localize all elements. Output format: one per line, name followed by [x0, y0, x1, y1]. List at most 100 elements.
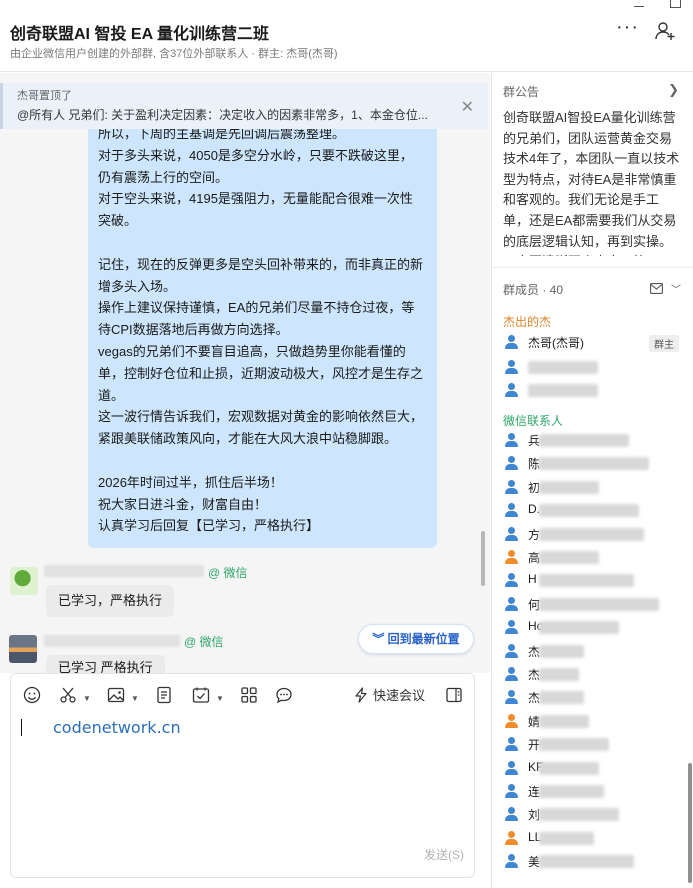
send-button[interactable]: 发送(S): [424, 846, 464, 863]
member-name-redacted: [539, 434, 629, 447]
person-icon: [505, 479, 518, 495]
close-icon[interactable]: ✕: [461, 97, 474, 117]
message-line: 对于空头来说，4195是强阻力，无量能配合很难一次性: [98, 191, 413, 207]
member-name-redacted: [539, 597, 659, 611]
member-item[interactable]: 婧: [503, 712, 683, 732]
group-info-panel: 群公告 ❯ 创奇联盟AI智投EA量化训练营的兄弟们，团队运营黄金交易技术4年了，…: [491, 73, 693, 888]
member-item-owner[interactable]: 杰哥(杰哥) 群主: [503, 333, 683, 353]
person-icon: [505, 550, 518, 565]
jump-to-latest-button[interactable]: ︾ 回到最新位置: [358, 624, 474, 654]
member-item[interactable]: D.: [503, 501, 683, 521]
member-item[interactable]: [503, 358, 683, 378]
emoji-icon[interactable]: [23, 686, 41, 704]
message-composer[interactable]: ▼ ▼ ▼ 快速会议 codenetwork.cn 发送(S): [10, 673, 475, 878]
person-icon: [505, 760, 518, 776]
member-name-redacted: [539, 761, 599, 775]
member-name-redacted: [528, 361, 598, 374]
member-name-redacted: [539, 808, 619, 822]
member-name-redacted: [539, 668, 579, 681]
message-bubble[interactable]: 已学习 严格执行: [46, 655, 165, 673]
member-item[interactable]: 方: [503, 525, 683, 545]
message-line: 道。: [98, 387, 125, 403]
chevron-down-icon[interactable]: ﹀: [671, 281, 681, 296]
member-item[interactable]: 何: [503, 595, 683, 615]
person-icon: [505, 643, 518, 659]
avatar[interactable]: [10, 567, 38, 595]
message-line: 这一波行情告诉我们，宏观数据对黄金的影响依然巨大，: [98, 409, 424, 425]
person-icon: [505, 335, 518, 350]
group-subtitle: 由企业微信用户创建的外部群, 含37位外部联系人 · 群主: 杰哥(杰哥): [10, 48, 338, 60]
message-bubble[interactable]: 所以，下周的主基调是先回调后震荡整理。 对于多头来说，4050是多空分水岭，只要不…: [88, 113, 437, 548]
message-bubble[interactable]: 已学习，严格执行: [46, 585, 175, 617]
member-item[interactable]: Ho: [503, 618, 683, 638]
chevron-down-icon[interactable]: ▼: [131, 694, 139, 703]
sender-name-redacted: [44, 565, 204, 577]
scissors-icon[interactable]: [59, 686, 77, 704]
member-item[interactable]: 美: [503, 852, 683, 872]
person-icon: [505, 713, 518, 729]
member-item[interactable]: 连: [503, 782, 683, 802]
jump-to-latest-label: 回到最新位置: [387, 632, 460, 646]
member-item[interactable]: [503, 381, 683, 401]
person-icon: [505, 573, 518, 588]
chevron-right-icon[interactable]: ❯: [668, 82, 679, 98]
member-item[interactable]: 陈: [503, 454, 683, 474]
person-icon: [505, 807, 518, 822]
member-name-redacted: [539, 644, 584, 658]
sender-name-redacted: [44, 635, 180, 647]
message-list[interactable]: 杰哥置顶了 @所有人 兄弟们: 关于盈利决定因素：决定收入的因素非常多，1、本金…: [0, 73, 490, 673]
member-item[interactable]: 刘: [503, 805, 683, 825]
message-line: 增多头入场。: [98, 278, 177, 294]
person-icon: [505, 690, 518, 705]
document-icon[interactable]: [155, 686, 173, 704]
message-line: 祝大家日进斗金，财富自由！: [98, 496, 268, 512]
person-icon: [505, 620, 518, 635]
member-name-redacted: [539, 714, 589, 728]
pinned-message-text: @所有人 兄弟们: 关于盈利决定因素：决定收入的因素非常多，1、本金仓位...: [17, 108, 428, 122]
member-item[interactable]: H: [503, 571, 683, 591]
member-item[interactable]: 兵: [503, 431, 683, 451]
members-scrollbar[interactable]: [688, 763, 692, 883]
member-item[interactable]: LL: [503, 829, 683, 849]
quick-meeting-button[interactable]: 快速会议: [353, 685, 425, 704]
double-chevron-down-icon: ︾: [372, 632, 385, 646]
member-item[interactable]: 杰: [503, 688, 683, 708]
message-line: [98, 232, 427, 254]
member-item[interactable]: 初: [503, 478, 683, 498]
more-options-icon[interactable]: ···: [616, 17, 638, 40]
member-item[interactable]: 杰: [503, 665, 683, 685]
member-name-redacted: [539, 831, 594, 845]
member-item[interactable]: 杰: [503, 642, 683, 662]
group-notice-text[interactable]: 创奇联盟AI智投EA量化训练营的兄弟们，团队运营黄金交易技术4年了，本团队一直以…: [503, 108, 683, 256]
message-line: 操作上建议保持谨慎，EA的兄弟们尽量不持仓过夜，等: [98, 300, 415, 316]
message-line: 对于多头来说，4050是多空分水岭，只要不跌破这里，: [98, 147, 413, 163]
member-item[interactable]: 开: [503, 735, 683, 755]
side-panel-icon[interactable]: [445, 686, 463, 704]
member-item[interactable]: 高: [503, 548, 683, 568]
pinned-message-bar[interactable]: 杰哥置顶了 @所有人 兄弟们: 关于盈利决定因素：决定收入的因素非常多，1、本金…: [0, 83, 488, 129]
member-name-redacted: [539, 738, 609, 752]
chat-scrollbar[interactable]: [481, 531, 485, 586]
task-check-icon[interactable]: [192, 686, 210, 704]
message-line: 认真学习后回复【已学习，严格执行】: [98, 518, 320, 534]
person-icon: [505, 503, 518, 518]
composer-toolbar: ▼ ▼ ▼ 快速会议: [11, 674, 474, 714]
member-item[interactable]: KF: [503, 759, 683, 779]
chat-bubble-icon[interactable]: [275, 686, 293, 704]
image-icon[interactable]: [107, 686, 125, 704]
member-name: 杰哥(杰哥): [528, 336, 584, 350]
message-input[interactable]: codenetwork.cn: [53, 718, 181, 737]
mail-icon[interactable]: [650, 283, 663, 294]
chevron-down-icon[interactable]: ▼: [216, 694, 224, 703]
person-icon: [505, 360, 518, 375]
avatar[interactable]: [9, 635, 37, 663]
member-name-redacted: [539, 457, 649, 471]
apps-grid-icon[interactable]: [240, 686, 258, 704]
chevron-down-icon[interactable]: ▼: [83, 694, 91, 703]
person-icon: [505, 667, 518, 682]
lightning-icon: [355, 687, 367, 703]
member-name-redacted: [539, 785, 604, 798]
quick-meeting-label: 快速会议: [373, 688, 426, 703]
message-line: [98, 450, 427, 472]
add-member-icon[interactable]: [654, 20, 676, 42]
